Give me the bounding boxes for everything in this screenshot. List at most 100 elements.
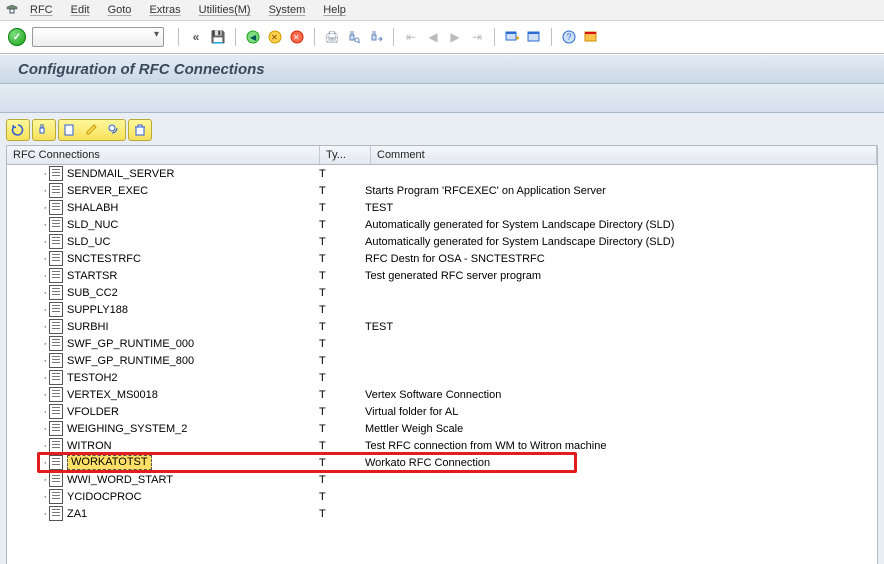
document-icon [49,404,63,419]
layout-icon[interactable] [581,27,601,47]
name-cell[interactable]: SNCTESTRFC [7,251,315,266]
menu-goto[interactable]: Goto [108,4,132,16]
menu-edit[interactable]: Edit [71,4,90,16]
table-row[interactable]: SLD_NUCTAutomatically generated for Syst… [7,216,877,233]
table-row[interactable]: SWF_GP_RUNTIME_000T [7,335,877,352]
generate-shortcut-icon[interactable] [524,27,544,47]
table-row[interactable]: VFOLDERTVirtual folder for AL [7,403,877,420]
rfc-name-label: WEIGHING_SYSTEM_2 [67,423,187,435]
table-row[interactable]: VERTEX_MS0018TVertex Software Connection [7,386,877,403]
window-menu-icon[interactable] [6,3,20,17]
name-cell[interactable]: STARTSR [7,268,315,283]
help-icon[interactable]: ? [559,27,579,47]
first-page-icon[interactable]: ⇤ [401,27,421,47]
enter-icon[interactable]: ✓ [8,28,26,46]
back-icon[interactable]: « [186,27,206,47]
back-nav-icon[interactable]: ◀ [243,27,263,47]
find-icon[interactable] [344,27,364,47]
name-cell[interactable]: SHALABH [7,200,315,215]
name-cell[interactable]: SUB_CC2 [7,285,315,300]
command-field[interactable] [32,27,164,47]
table-body[interactable]: SENDMAIL_SERVER T SERVER_EXECTStarts Progr… [7,165,877,564]
name-cell[interactable]: SLD_UC [7,234,315,249]
tree-bullet [11,406,49,418]
save-icon[interactable]: 💾 [208,27,228,47]
type-cell: T [315,168,361,180]
table-row[interactable]: SUPPLY188T [7,301,877,318]
col-header-name[interactable]: RFC Connections [7,146,320,164]
table-row[interactable]: STARTSRTTest generated RFC server progra… [7,267,877,284]
name-cell[interactable]: SWF_GP_RUNTIME_000 [7,336,315,351]
name-cell[interactable]: TESTOH2 [7,370,315,385]
table-row[interactable]: SNCTESTRFCTRFC Destn for OSA - SNCTESTRF… [7,250,877,267]
table-row[interactable]: WEIGHING_SYSTEM_2TMettler Weigh Scale [7,420,877,437]
table-row[interactable]: WORKATOTSTTWorkato RFC Connection [7,454,877,471]
name-cell[interactable]: WEIGHING_SYSTEM_2 [7,421,315,436]
change-icon[interactable] [81,120,103,140]
create-icon[interactable] [59,120,81,140]
name-cell[interactable]: SWF_GP_RUNTIME_800 [7,353,315,368]
table-row[interactable]: SHALABHTTEST [7,199,877,216]
rfc-name-label: SENDMAIL_SERVER [67,168,174,180]
name-cell[interactable]: SENDMAIL_SERVER [7,166,315,181]
find-next-icon[interactable] [366,27,386,47]
rfc-name-label: SERVER_EXEC [67,185,148,197]
prev-page-icon[interactable]: ◀ [423,27,443,47]
name-cell[interactable]: WITRON [7,438,315,453]
document-icon [49,166,63,181]
type-cell: T [315,423,361,435]
name-cell[interactable]: SLD_NUC [7,217,315,232]
document-icon [49,183,63,198]
menu-system[interactable]: System [269,4,306,16]
next-page-icon[interactable]: ▶ [445,27,465,47]
name-cell[interactable]: SURBHI [7,319,315,334]
menu-utilities[interactable]: Utilities(M) [199,4,251,16]
table-row[interactable]: TESTOH2T [7,369,877,386]
name-cell[interactable]: ZA1 [7,506,315,521]
document-icon [49,489,63,504]
refresh-tree-icon[interactable] [6,119,30,141]
app-toolbar-area [0,84,884,113]
table-row[interactable]: WITRONTTest RFC connection from WM to Wi… [7,437,877,454]
col-header-type[interactable]: Ty... [320,146,371,164]
document-icon [49,200,63,215]
svg-text:◀: ◀ [250,33,257,42]
tree-bullet [11,372,49,384]
delete-icon[interactable] [128,119,152,141]
name-cell[interactable]: VERTEX_MS0018 [7,387,315,402]
name-cell[interactable]: VFOLDER [7,404,315,419]
name-cell[interactable]: YCIDOCPROC [7,489,315,504]
tree-bullet [11,423,49,435]
svg-text:✕: ✕ [293,33,300,42]
table-row[interactable]: SURBHITTEST [7,318,877,335]
separator [393,28,394,46]
new-session-icon[interactable] [502,27,522,47]
rfc-name-label: SUB_CC2 [67,287,118,299]
display-icon[interactable] [103,120,125,140]
document-icon [49,302,63,317]
cancel-icon[interactable]: ✕ [287,27,307,47]
table-row[interactable]: SLD_UCTAutomatically generated for Syste… [7,233,877,250]
name-cell[interactable]: WWI_WORD_START [7,472,315,487]
name-cell[interactable]: WORKATOTST [7,455,315,470]
table-row[interactable]: ZA1T [7,505,877,522]
table-row[interactable]: SUB_CC2T [7,284,877,301]
menu-help[interactable]: Help [323,4,346,16]
menu-extras[interactable]: Extras [149,4,180,16]
table-row[interactable]: SENDMAIL_SERVER T [7,165,877,182]
name-cell[interactable]: SUPPLY188 [7,302,315,317]
type-cell: T [315,270,361,282]
name-cell[interactable]: SERVER_EXEC [7,183,315,198]
menu-rfc[interactable]: RFC [30,4,53,16]
print-icon[interactable]: 🖨 [322,27,342,47]
exit-icon[interactable]: ✕ [265,27,285,47]
table-row[interactable]: SWF_GP_RUNTIME_800T [7,352,877,369]
table-row[interactable]: YCIDOCPROCT [7,488,877,505]
last-page-icon[interactable]: ⇥ [467,27,487,47]
comment-cell: TEST [361,202,877,214]
find-tree-icon[interactable] [32,119,56,141]
table-row[interactable]: SERVER_EXECTStarts Program 'RFCEXEC' on … [7,182,877,199]
type-cell: T [315,457,361,469]
col-header-comment[interactable]: Comment [371,146,877,164]
table-row[interactable]: WWI_WORD_STARTT [7,471,877,488]
